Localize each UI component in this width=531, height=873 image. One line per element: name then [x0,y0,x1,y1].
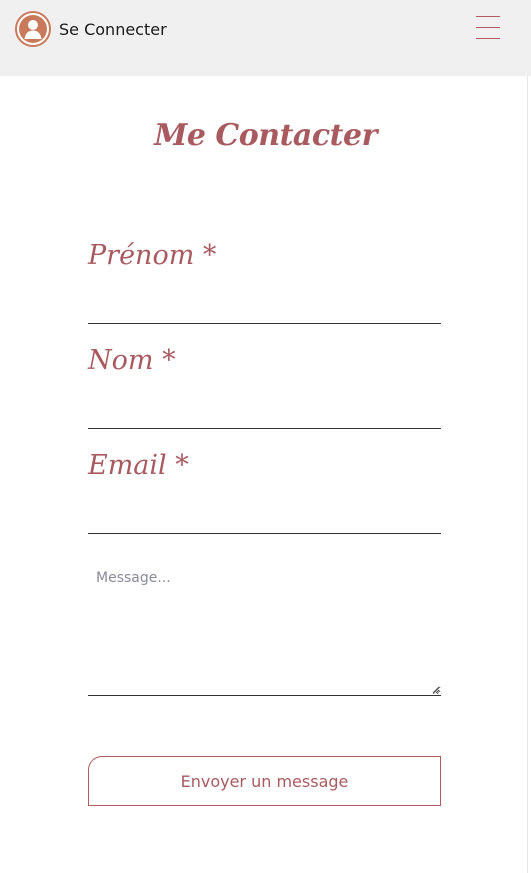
email-input[interactable] [88,504,441,534]
first-name-field: Prénom * [88,240,441,325]
site-header: Se Connecter [0,0,531,76]
email-label: Email * [88,450,189,481]
email-field: Email * [88,450,441,535]
hamburger-menu-icon[interactable] [475,15,501,41]
last-name-field: Nom * [88,345,441,430]
login-label: Se Connecter [59,19,167,39]
resize-handle-icon[interactable] [432,686,440,694]
page-edge-divider [527,76,528,873]
last-name-input[interactable] [88,399,441,429]
user-circle-icon [15,11,51,47]
message-textarea[interactable] [88,559,441,696]
menu-line-bottom [476,38,500,39]
menu-line-top [476,16,500,17]
page-title: Me Contacter [154,118,377,153]
menu-line-middle [476,27,500,28]
first-name-input[interactable] [88,294,441,324]
login-link[interactable]: Se Connecter [15,11,167,47]
last-name-label: Nom * [88,345,176,376]
send-message-button[interactable]: Envoyer un message [88,756,441,806]
first-name-label: Prénom * [88,240,217,271]
